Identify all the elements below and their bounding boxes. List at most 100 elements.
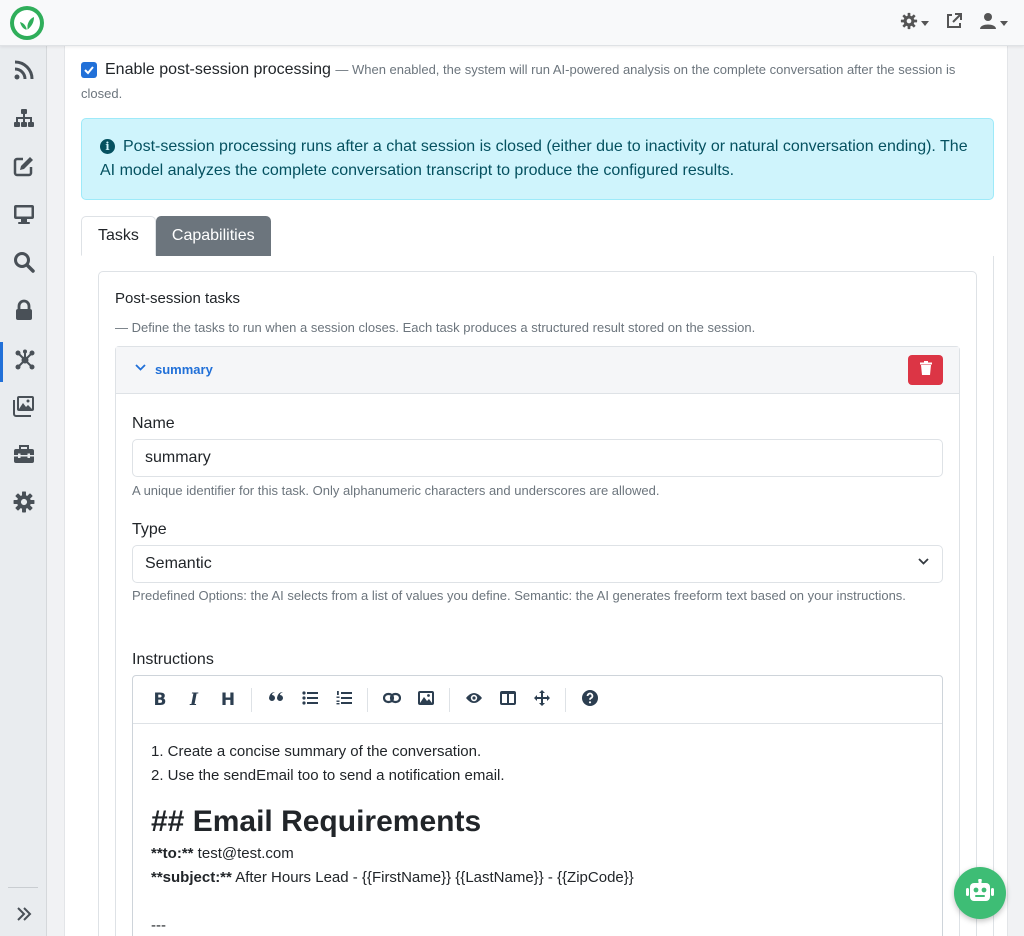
task-type-help: Predefined Options: the AI selects from …	[132, 588, 906, 603]
post-session-tasks-title: Post-session tasks	[115, 290, 241, 307]
sidebar-item-network[interactable]	[0, 342, 47, 382]
sidebar-item-settings[interactable]	[0, 484, 47, 524]
sidebar-expand-button[interactable]	[0, 896, 47, 936]
bold-button[interactable]: B	[146, 686, 174, 714]
markdown-editor: B I H 1. Create a concise summary of the…	[132, 675, 943, 936]
edit-icon	[13, 155, 35, 182]
settings-icon	[13, 491, 35, 518]
link-icon	[382, 691, 402, 710]
chevron-down-icon	[921, 20, 929, 26]
task-type-select[interactable]: Semantic	[132, 545, 943, 583]
search-icon	[13, 251, 35, 278]
post-session-tasks-card: Post-session tasks — Define the tasks to…	[98, 271, 977, 936]
task-type-label: Type	[132, 521, 167, 538]
instruction-line-2: 2. Use the sendEmail too to send a notif…	[151, 767, 505, 784]
instruction-subject-line: **subject:** After Hours Lead - {{FirstN…	[151, 866, 921, 890]
to-key: **to:**	[151, 845, 194, 862]
user-icon	[979, 12, 997, 35]
chevron-down-icon	[134, 361, 147, 377]
tab-pane-border	[993, 256, 994, 936]
settings-dropdown[interactable]	[900, 12, 929, 35]
open-external-button[interactable]	[945, 12, 963, 35]
arrows-icon	[534, 689, 550, 711]
sidebar-divider	[8, 887, 38, 888]
instruction-to-line: **to:** test@test.com	[151, 842, 921, 866]
list-ol-icon	[336, 690, 352, 710]
feed-icon	[13, 59, 35, 86]
eye-icon	[465, 691, 483, 710]
monitor-icon	[13, 203, 35, 230]
enable-post-session-row: Enable post-session processing — When en…	[81, 58, 999, 106]
link-button[interactable]	[378, 686, 406, 714]
toolbar-separator	[367, 688, 368, 712]
lock-icon	[13, 299, 35, 326]
tab-capabilities[interactable]: Capabilities	[155, 216, 271, 256]
instruction-separator: ---	[151, 917, 166, 934]
ordered-list-button[interactable]	[330, 686, 358, 714]
enable-post-session-label[interactable]: Enable post-session processing	[105, 61, 331, 78]
sidebar-item-edit[interactable]	[0, 148, 47, 188]
subject-value: After Hours Lead - {{FirstName}} {{LastN…	[231, 869, 634, 886]
italic-button[interactable]: I	[180, 686, 208, 714]
heading-icon: H	[220, 690, 236, 710]
task-accordion-toggle[interactable]: summary	[134, 361, 213, 377]
quote-button[interactable]	[262, 686, 290, 714]
task-accordion-header: summary	[116, 347, 959, 394]
main-content: Enable post-session processing — When en…	[64, 46, 1008, 936]
fullscreen-button[interactable]	[528, 686, 556, 714]
sidebar-item-sitemap[interactable]	[0, 100, 47, 140]
double-chevron-right-icon	[15, 905, 33, 928]
user-menu[interactable]	[979, 12, 1008, 35]
editor-content[interactable]: 1. Create a concise summary of the conve…	[151, 740, 921, 936]
top-bar	[0, 0, 1024, 46]
task-name-help: A unique identifier for this task. Only …	[132, 483, 660, 498]
post-session-tasks-subtitle: — Define the tasks to run when a session…	[115, 320, 756, 335]
image-button[interactable]	[412, 686, 440, 714]
list-ul-icon	[302, 690, 318, 710]
robot-icon	[966, 878, 994, 908]
instruction-line-1: 1. Create a concise summary of the conve…	[151, 743, 482, 760]
chat-bot-button[interactable]	[954, 867, 1006, 919]
toolbar-separator	[449, 688, 450, 712]
heading-button[interactable]: H	[214, 686, 242, 714]
sidebar-item-feed[interactable]	[0, 52, 47, 92]
info-icon: i	[100, 139, 115, 154]
network-icon	[14, 349, 36, 376]
trash-icon	[919, 360, 932, 380]
task-name-label: Name	[132, 415, 175, 432]
delete-task-button[interactable]	[908, 355, 943, 385]
sidebar	[0, 46, 47, 936]
tab-bar: Tasks Capabilities	[81, 216, 271, 256]
task-accordion-title: summary	[155, 361, 213, 377]
chevron-down-icon	[1000, 20, 1008, 26]
sidebar-item-images[interactable]	[0, 388, 47, 428]
unordered-list-button[interactable]	[296, 686, 324, 714]
task-name-input[interactable]	[132, 439, 943, 477]
side-by-side-button[interactable]	[494, 686, 522, 714]
sidebar-item-toolbox[interactable]	[0, 436, 47, 476]
tab-tasks[interactable]: Tasks	[81, 216, 156, 256]
preview-button[interactable]	[460, 686, 488, 714]
leaf-icon	[14, 10, 40, 36]
toolbar-separator	[565, 688, 566, 712]
quote-icon	[268, 691, 284, 710]
enable-post-session-checkbox[interactable]	[81, 62, 97, 78]
instruction-heading: ## Email Requirements	[151, 805, 482, 838]
app-logo[interactable]	[10, 6, 44, 40]
help-button[interactable]	[576, 686, 604, 714]
question-icon	[582, 689, 598, 711]
info-alert-text: Post-session processing runs after a cha…	[100, 138, 968, 179]
sidebar-item-search[interactable]	[0, 244, 47, 284]
sidebar-item-lock[interactable]	[0, 292, 47, 332]
image-icon	[418, 690, 434, 710]
sitemap-icon	[13, 107, 35, 134]
columns-icon	[500, 690, 516, 710]
italic-icon: I	[190, 690, 198, 710]
gear-icon	[900, 12, 918, 35]
toolbox-icon	[13, 443, 35, 470]
bold-icon: B	[153, 690, 167, 710]
task-instructions-label: Instructions	[132, 651, 214, 668]
images-icon	[12, 395, 35, 422]
sidebar-item-monitor[interactable]	[0, 196, 47, 236]
editor-toolbar: B I H	[133, 676, 942, 724]
